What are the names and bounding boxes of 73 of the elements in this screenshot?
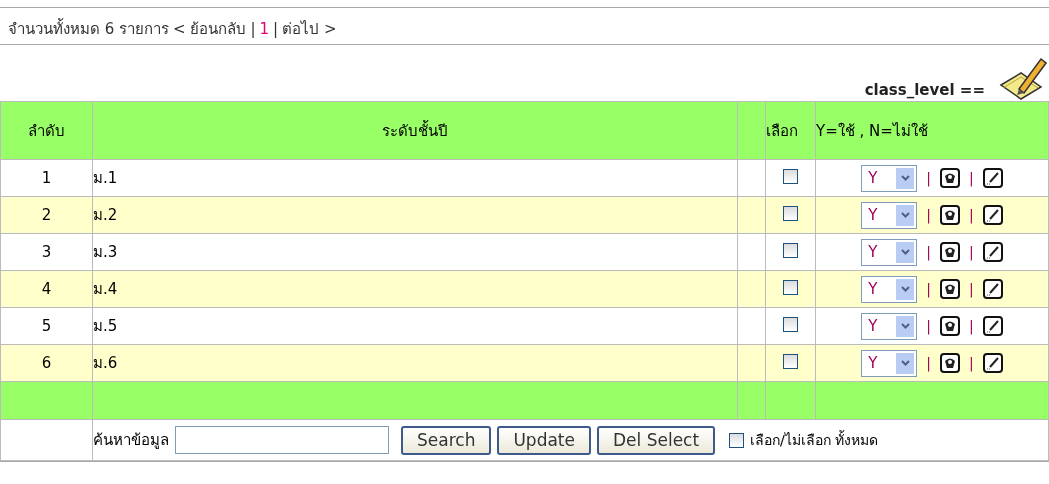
checkbox[interactable] bbox=[783, 316, 798, 332]
edit-icon[interactable] bbox=[982, 353, 1003, 373]
separator: | bbox=[969, 244, 974, 260]
checkbox[interactable] bbox=[783, 353, 798, 369]
checkbox[interactable] bbox=[783, 168, 798, 184]
status-select[interactable]: Y bbox=[861, 164, 918, 192]
separator: | bbox=[273, 20, 279, 38]
table-cell: 3 bbox=[0, 233, 93, 271]
table-cell: 1 bbox=[0, 159, 93, 197]
caret-icon bbox=[900, 323, 910, 329]
table-cell: ม.5 bbox=[92, 307, 738, 345]
action-button[interactable]: Del Select bbox=[597, 425, 716, 455]
next-link[interactable]: ต่อไป > bbox=[282, 17, 337, 41]
header-cell: เลือก bbox=[765, 101, 816, 160]
separator: | bbox=[969, 318, 974, 334]
edit-icon[interactable] bbox=[982, 242, 1003, 262]
separator: | bbox=[926, 281, 931, 297]
action-button[interactable]: Update bbox=[497, 425, 591, 455]
header-cell: Y=ใช้ , N=ไม่ใช้ bbox=[815, 101, 1049, 160]
view-icon[interactable] bbox=[940, 242, 960, 262]
select-all-label: เลือก/ไม่เลือก ทั้งหมด bbox=[750, 429, 879, 450]
caret-icon bbox=[900, 212, 910, 218]
separator: | bbox=[926, 355, 931, 371]
action-button[interactable]: Search bbox=[401, 425, 492, 455]
caret-icon bbox=[900, 249, 910, 255]
record-count: จำนวนทั้งหมด 6 รายการ bbox=[8, 17, 170, 40]
table-cell: 6 bbox=[0, 344, 93, 382]
separator: | bbox=[250, 20, 256, 38]
separator: | bbox=[926, 207, 931, 223]
separator: | bbox=[969, 207, 974, 223]
separator: | bbox=[926, 170, 931, 186]
separator: | bbox=[969, 170, 974, 186]
search-label: ค้นหาข้อมูล bbox=[93, 430, 169, 451]
header-cell: ระดับชั้นปี bbox=[92, 101, 738, 160]
edit-icon[interactable] bbox=[982, 279, 1003, 299]
table-cell: 4 bbox=[0, 270, 93, 308]
caret-icon bbox=[900, 360, 910, 366]
search-field[interactable] bbox=[175, 426, 389, 454]
caret-icon bbox=[900, 175, 910, 181]
status-select[interactable]: Y bbox=[861, 312, 918, 340]
status-select[interactable]: Y bbox=[861, 275, 918, 303]
table-cell: 5 bbox=[0, 307, 93, 345]
status-select[interactable]: Y bbox=[861, 349, 918, 377]
status-select[interactable]: Y bbox=[861, 238, 918, 266]
edit-icon[interactable] bbox=[982, 316, 1003, 336]
checkbox[interactable] bbox=[783, 205, 798, 221]
caret-icon bbox=[900, 286, 910, 292]
table-cell: ม.6 bbox=[92, 344, 738, 382]
status-select[interactable]: Y bbox=[861, 201, 918, 229]
separator: | bbox=[926, 318, 931, 334]
view-icon[interactable] bbox=[940, 279, 960, 299]
view-icon[interactable] bbox=[940, 316, 960, 336]
edit-icon[interactable] bbox=[982, 168, 1003, 188]
table-cell: 2 bbox=[0, 196, 93, 234]
table-cell: ม.1 bbox=[92, 159, 738, 197]
header-cell: ลำดับ bbox=[0, 101, 93, 160]
checkbox[interactable] bbox=[783, 279, 798, 295]
page-link[interactable]: 1 bbox=[259, 20, 270, 38]
separator: | bbox=[969, 355, 974, 371]
view-icon[interactable] bbox=[940, 353, 960, 373]
edit-icon[interactable] bbox=[982, 205, 1003, 225]
checkbox[interactable] bbox=[783, 242, 798, 258]
notepad-pencil-icon bbox=[997, 55, 1047, 101]
previous-link[interactable]: < ย้อนกลับ bbox=[173, 17, 247, 41]
table-cell: ม.3 bbox=[92, 233, 738, 271]
separator: | bbox=[926, 244, 931, 260]
table-label: class_level == bbox=[864, 81, 985, 99]
view-icon[interactable] bbox=[940, 205, 960, 225]
view-icon[interactable] bbox=[940, 168, 960, 188]
table-cell: ม.4 bbox=[92, 270, 738, 308]
separator: | bbox=[969, 281, 974, 297]
checkbox[interactable] bbox=[729, 432, 745, 448]
table-cell: ม.2 bbox=[92, 196, 738, 234]
